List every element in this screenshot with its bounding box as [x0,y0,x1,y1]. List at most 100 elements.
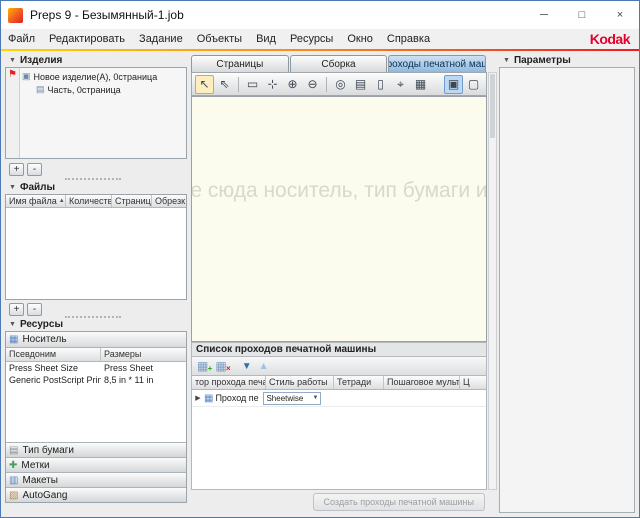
col-color[interactable]: Ц [460,376,486,389]
files-col-name[interactable]: Имя файла ▲ [6,195,66,207]
center-target-tool-icon[interactable]: ⌖ [391,75,410,94]
menu-resources[interactable]: Ресурсы [283,32,340,46]
window-controls: ─ □ × [525,1,639,29]
files-col-count[interactable]: Количество [66,195,112,207]
parameters-section-header[interactable]: ▼ Параметры [503,55,571,66]
products-section-header[interactable]: ▼ Изделия [9,55,62,66]
press-run-table-body: ▶ ▦ Проход пе Sheetwise ▼ [191,390,487,490]
add-product-button[interactable]: + [9,163,24,176]
menu-help[interactable]: Справка [380,32,437,46]
menu-view[interactable]: Вид [249,32,283,46]
resources-section-header[interactable]: ▼ Ресурсы [9,319,63,330]
measure-tool-icon[interactable]: ▤ [351,75,370,94]
zoom-out-tool-icon[interactable]: ⊖ [303,75,322,94]
canvas-watermark-text: щите сюда носитель, тип бумаги или ц [191,179,487,203]
col-work-style[interactable]: Стиль работы [266,376,334,389]
app-icon [8,8,23,23]
products-section-label: Изделия [20,55,62,66]
move-down-button[interactable]: ▼ [242,361,252,372]
select-tool-icon[interactable]: ↖ [195,75,214,94]
scrollbar-thumb[interactable] [490,74,495,138]
menu-window[interactable]: Окно [340,32,380,46]
menu-job[interactable]: Задание [132,32,190,46]
templates-label: Макеты [22,475,58,486]
files-col-trim[interactable]: Обрезк [152,195,186,207]
accordion-marks[interactable]: ✚ Метки [6,457,186,472]
move-up-button[interactable]: ▲ [259,361,269,372]
press-run-row[interactable]: ▶ ▦ Проход пе Sheetwise ▼ [192,390,486,407]
view-mode-list-button[interactable]: ▢ [464,75,483,94]
zoom-in-tool-icon[interactable]: ⊕ [283,75,302,94]
accordion-autogang[interactable]: ▧ AutoGang [6,487,186,502]
work-style-select[interactable]: Sheetwise ▼ [263,392,321,405]
media-accordion[interactable]: ▦ Носитель [6,332,186,348]
delete-badge-icon: × [226,363,231,375]
canvas-vertical-scrollbar[interactable] [488,72,497,490]
resource-row[interactable]: Generic PostScript Printer 8,5 in * 11 i… [6,374,186,386]
files-col-name-label: Имя файла [9,196,57,206]
products-buttons: + - [9,163,42,176]
part-tree-item[interactable]: ▤ Часть, 0страница [22,83,185,96]
part-icon: ▤ [36,84,45,95]
add-press-run-button[interactable]: ▦ + [197,360,208,372]
collapse-icon: ▼ [503,57,510,64]
window-title: Preps 9 - Безымянный-1.job [30,8,184,22]
tab-assembly[interactable]: Сборка [290,55,388,72]
marquee-tool-icon[interactable]: ▭ [243,75,262,94]
add-file-button[interactable]: + [9,303,24,316]
menu-objects[interactable]: Объекты [190,32,249,46]
press-run-canvas[interactable]: щите сюда носитель, тип бумаги или ц [191,96,487,342]
col-step-repeat[interactable]: Пошаговое мульти [384,376,460,389]
remove-product-button[interactable]: - [27,163,42,176]
work-style-value: Sheetwise [266,394,303,403]
toolbar-separator [238,77,239,92]
media-label: Носитель [22,334,66,345]
close-button[interactable]: × [601,1,639,29]
chevron-down-icon: ▼ [313,395,319,401]
collapse-icon: ▼ [9,57,16,64]
menu-file[interactable]: Файл [1,32,42,46]
resources-panel: ▦ Носитель Псевдоним Размеры Press Sheet… [5,331,187,503]
files-buttons: + - [9,303,42,316]
direct-select-tool-icon[interactable]: ⇖ [215,75,234,94]
tab-pages[interactable]: Страницы [191,55,289,72]
bottom-action-bar: Создать проходы печатной машины [191,490,487,513]
templates-icon: ▥ [9,475,18,486]
minimize-button[interactable]: ─ [525,1,563,29]
flag-column: ⚑ [6,68,20,158]
files-section-header[interactable]: ▼ Файлы [9,182,55,193]
grid-tool-icon[interactable]: ▦ [411,75,430,94]
product-tree-item[interactable]: ▣ Новое изделие(А), 0страница [22,70,185,83]
preview-tool-icon[interactable]: ◎ [331,75,350,94]
files-table-body[interactable] [6,208,186,299]
view-mode-sheet-button[interactable]: ▣ [444,75,463,94]
col-press-run-id[interactable]: тор прохода печат [192,376,266,389]
grid-icon: ▦ [215,359,226,373]
press-run-list-title: Список проходов печатной машины [191,342,487,357]
part-label: Часть, 0страница [48,85,121,95]
press-run-name: Проход пе [215,393,259,403]
splitter[interactable] [65,316,121,318]
accordion-templates[interactable]: ▥ Макеты [6,472,186,487]
page-tool-icon[interactable]: ▯ [371,75,390,94]
tab-press-runs[interactable]: Проходы печатной маши [388,55,486,72]
resource-alias: Press Sheet Size [6,362,101,374]
files-col-pages[interactable]: Страницы [112,195,152,207]
accordion-paper-type[interactable]: ▤ Тип бумаги [6,442,186,457]
resources-col-alias[interactable]: Псевдоним [6,348,101,361]
menu-bar: Файл Редактировать Задание Объекты Вид Р… [1,29,639,49]
delete-press-run-button[interactable]: ▦ × [215,360,226,372]
splitter[interactable] [65,178,121,180]
center-tab-bar: Страницы Сборка Проходы печатной маши [191,55,487,72]
resource-row[interactable]: Press Sheet Size Press Sheet [6,362,186,374]
add-badge-icon: + [208,363,213,375]
col-signatures[interactable]: Тетради [334,376,384,389]
maximize-button[interactable]: □ [563,1,601,29]
create-press-runs-button[interactable]: Создать проходы печатной машины [313,493,486,511]
resources-col-size[interactable]: Размеры [101,348,186,361]
menu-edit[interactable]: Редактировать [42,32,132,46]
remove-file-button[interactable]: - [27,303,42,316]
files-section-label: Файлы [20,182,55,193]
pan-tool-icon[interactable]: ⊹ [263,75,282,94]
row-expander-icon[interactable]: ▶ [192,394,204,402]
